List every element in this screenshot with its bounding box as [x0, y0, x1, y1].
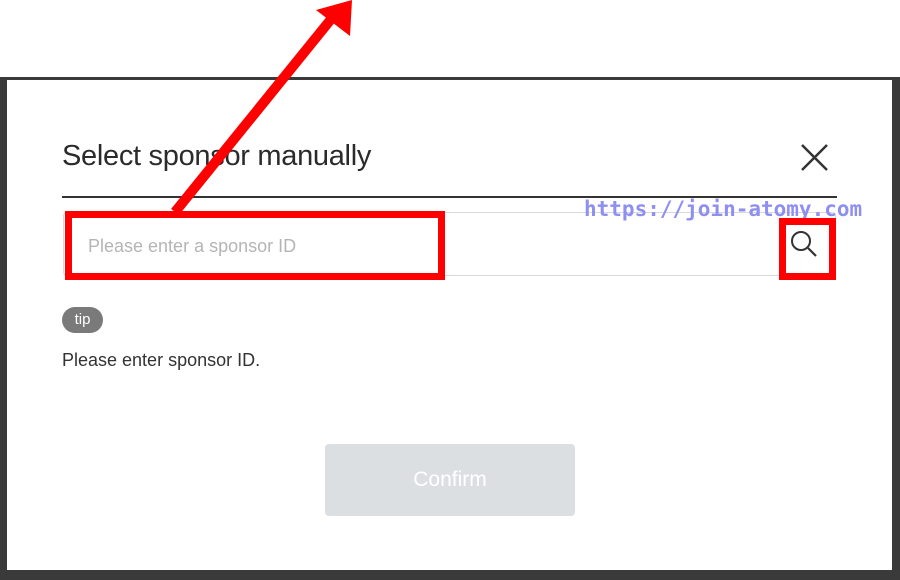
tip-badge: tip — [62, 307, 103, 333]
close-icon — [801, 144, 828, 171]
tip-text: Please enter sponsor ID. — [62, 350, 261, 370]
close-button[interactable] — [796, 140, 832, 176]
confirm-button[interactable]: Confirm — [325, 444, 575, 516]
annotation-highlight-input — [65, 211, 445, 280]
annotation-highlight-search — [779, 218, 836, 280]
dialog-title: Select sponsor manually — [62, 140, 372, 172]
